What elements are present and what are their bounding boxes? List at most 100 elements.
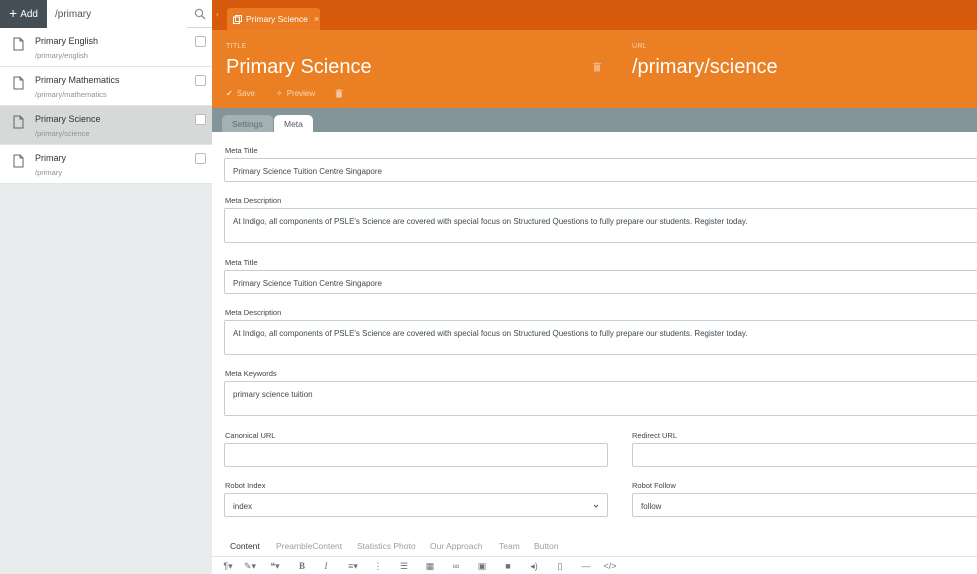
code-view-icon[interactable]: </>	[604, 561, 617, 571]
preview-icon: ✧	[276, 89, 283, 98]
robot-index-label: Robot Index	[225, 481, 266, 490]
page-item-name: Primary	[35, 153, 66, 163]
plus-icon: +	[9, 5, 18, 21]
page-list-item-active[interactable]: Primary Science /primary/science	[0, 106, 212, 145]
meta-description-field[interactable]: At Indigo, all components of PSLE's Scie…	[224, 320, 977, 355]
ordered-list-icon[interactable]: ⋮	[372, 561, 384, 571]
meta-keywords-label: Meta Keywords	[225, 369, 277, 378]
horizontal-rule-icon[interactable]: —	[580, 561, 592, 571]
page-item-name: Primary Mathematics	[35, 75, 120, 85]
preview-button-label: Preview	[286, 89, 316, 98]
audio-icon[interactable]: ◂)	[528, 561, 540, 571]
unordered-list-icon[interactable]: ☰	[398, 561, 410, 571]
search-bar: + Add	[0, 0, 212, 28]
meta-keywords-value: primary science tuition	[233, 390, 313, 399]
robot-index-value: index	[233, 502, 253, 511]
document-icon	[13, 115, 24, 129]
page-item-checkbox[interactable]	[195, 36, 206, 47]
document-icon	[13, 154, 24, 168]
meta-description-label: Meta Description	[225, 196, 282, 205]
tab-settings[interactable]: Settings	[222, 115, 273, 132]
add-button-label: Add	[20, 8, 38, 20]
page-item-path: /primary/english	[35, 51, 88, 60]
robot-follow-value: follow	[641, 502, 662, 511]
meta-description-field[interactable]: At Indigo, all components of PSLE's Scie…	[224, 208, 977, 243]
page-sidebar: + Add Primary English /primary/english P…	[0, 0, 212, 574]
image-icon[interactable]: ▣	[476, 561, 488, 571]
italic-icon[interactable]: I	[320, 561, 332, 571]
redirect-url-label: Redirect URL	[632, 431, 678, 440]
canonical-url-label: Canonical URL	[225, 431, 276, 440]
editor-toolbar: ¶▾ ✎▾ ❝▾ B I ≡▾ ⋮ ☰ ▦ ∞ ▣ ■ ◂) ▯ — </>	[212, 556, 977, 574]
tab-statistics-photo[interactable]: Statistics Photo	[357, 541, 416, 551]
video-icon[interactable]: ■	[502, 561, 514, 571]
paragraph-format-icon[interactable]: ¶▾	[220, 561, 236, 571]
add-button[interactable]: + Add	[0, 0, 47, 28]
robot-index-select[interactable]: index	[224, 493, 608, 517]
align-icon[interactable]: ≡▾	[344, 561, 362, 571]
tab-our-approach[interactable]: Our Approach	[430, 541, 482, 551]
redirect-url-field[interactable]	[632, 443, 977, 467]
page-list-item[interactable]: Primary /primary	[0, 145, 212, 184]
delete-icon[interactable]	[335, 89, 343, 98]
quote-icon[interactable]: ❝▾	[266, 561, 284, 571]
page-url[interactable]: /primary/science	[632, 56, 778, 79]
page-item-name: Primary Science	[35, 114, 101, 124]
meta-description-label: Meta Description	[225, 308, 282, 317]
search-icon[interactable]	[194, 8, 206, 20]
meta-title-label: Meta Title	[225, 146, 258, 155]
settings-tabs: Settings Meta	[212, 108, 977, 132]
page-item-path: /primary/mathematics	[35, 90, 107, 99]
tab-preamble-content[interactable]: PreambleContent	[276, 541, 342, 551]
page-item-checkbox[interactable]	[195, 75, 206, 86]
chevron-down-icon	[593, 504, 599, 508]
meta-title-field[interactable]: Primary Science Tuition Centre Singapore	[224, 158, 977, 182]
tab-meta[interactable]: Meta	[274, 115, 313, 132]
document-tab[interactable]: Primary Science ×	[227, 8, 320, 30]
robot-follow-label: Robot Follow	[632, 481, 676, 490]
trash-icon[interactable]	[593, 62, 601, 72]
file-icon[interactable]: ▯	[554, 561, 566, 571]
page-item-checkbox[interactable]	[195, 153, 206, 164]
meta-title-value: Primary Science Tuition Centre Singapore	[233, 279, 382, 288]
link-icon[interactable]: ∞	[450, 561, 462, 571]
check-icon: ✔	[226, 89, 233, 98]
style-format-icon[interactable]: ✎▾	[242, 561, 258, 571]
page-tab-icon	[233, 14, 242, 24]
title-label: TITLE	[226, 43, 247, 50]
save-button-label: Save	[236, 89, 255, 98]
close-icon[interactable]: ×	[314, 14, 319, 24]
preview-button[interactable]: ✧ Preview	[276, 89, 315, 98]
tab-content[interactable]: Content	[230, 541, 260, 551]
robot-follow-select[interactable]: follow	[632, 493, 977, 517]
search-input[interactable]	[47, 0, 187, 28]
page-item-path: /primary	[35, 168, 63, 177]
chevron-left-icon[interactable]: ‹	[216, 9, 219, 19]
page-list-item[interactable]: Primary English /primary/english	[0, 28, 212, 67]
meta-description-value: At Indigo, all components of PSLE's Scie…	[233, 217, 748, 226]
canonical-url-field[interactable]	[224, 443, 608, 467]
table-icon[interactable]: ▦	[424, 561, 436, 571]
page-title[interactable]: Primary Science	[226, 56, 372, 79]
tab-settings-label: Settings	[232, 118, 263, 129]
page-list-item[interactable]: Primary Mathematics /primary/mathematics	[0, 67, 212, 106]
meta-title-field[interactable]: Primary Science Tuition Centre Singapore	[224, 270, 977, 294]
page-item-name: Primary English	[35, 36, 99, 46]
tab-team[interactable]: Team	[499, 541, 520, 551]
main-panel: ‹ Primary Science × TITLE Primary Scienc…	[212, 0, 977, 574]
document-tabbar: ‹ Primary Science ×	[212, 0, 977, 30]
document-icon	[13, 76, 24, 90]
meta-keywords-field[interactable]: primary science tuition	[224, 381, 977, 416]
tab-button[interactable]: Button	[534, 541, 559, 551]
page-item-checkbox[interactable]	[195, 114, 206, 125]
page-list: Primary English /primary/english Primary…	[0, 28, 212, 184]
meta-description-value: At Indigo, all components of PSLE's Scie…	[233, 329, 748, 338]
url-label: URL	[632, 43, 647, 50]
document-icon	[13, 37, 24, 51]
tab-meta-label: Meta	[284, 118, 303, 129]
content-tabs: Content PreambleContent Statistics Photo…	[212, 538, 977, 554]
save-button[interactable]: ✔ Save	[226, 89, 255, 98]
meta-title-label: Meta Title	[225, 258, 258, 267]
meta-title-value: Primary Science Tuition Centre Singapore	[233, 167, 382, 176]
bold-icon[interactable]: B	[296, 561, 308, 571]
